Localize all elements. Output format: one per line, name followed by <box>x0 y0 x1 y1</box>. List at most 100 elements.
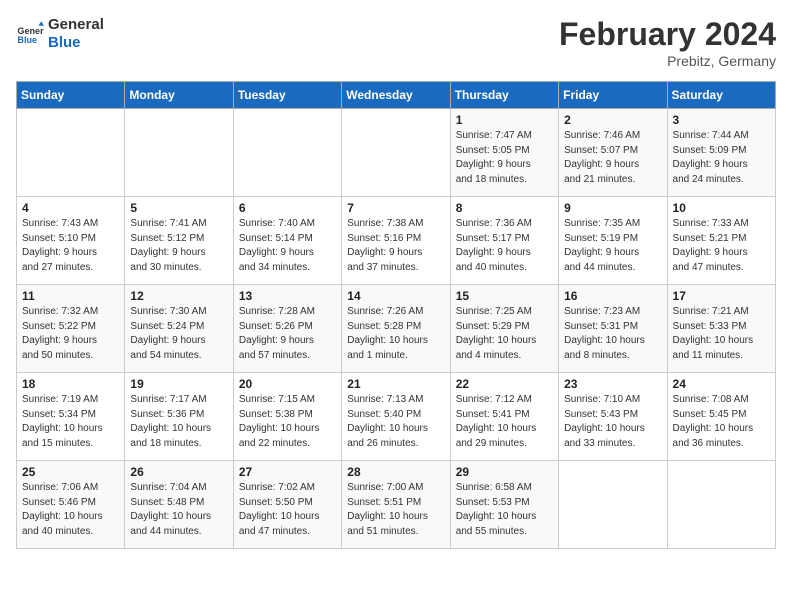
day-info: Sunrise: 7:43 AM Sunset: 5:10 PM Dayligh… <box>22 217 119 275</box>
calendar-cell: 7Sunrise: 7:38 AM Sunset: 5:16 PM Daylig… <box>342 197 450 285</box>
calendar-table: SundayMondayTuesdayWednesdayThursdayFrid… <box>16 81 776 549</box>
day-number: 24 <box>673 377 770 391</box>
day-number: 25 <box>22 465 119 479</box>
weekday-header-wednesday: Wednesday <box>342 82 450 109</box>
calendar-cell: 19Sunrise: 7:17 AM Sunset: 5:36 PM Dayli… <box>125 373 233 461</box>
day-info: Sunrise: 7:25 AM Sunset: 5:29 PM Dayligh… <box>456 305 553 363</box>
calendar-cell: 17 Sunrise: 7:21 AM Sunset: 5:33 PM Dayli… <box>667 285 775 373</box>
day-info: Sunrise: 7:36 AM Sunset: 5:17 PM Dayligh… <box>456 217 553 275</box>
day-number: 3 <box>673 113 770 127</box>
weekday-header-tuesday: Tuesday <box>233 82 341 109</box>
day-number: 6 <box>239 201 336 215</box>
calendar-cell <box>233 109 341 197</box>
calendar-cell: 25Sunrise: 7:06 AM Sunset: 5:46 PM Dayli… <box>17 461 125 549</box>
day-info: Sunrise: 7:15 AM Sunset: 5:38 PM Dayligh… <box>239 393 336 451</box>
calendar-cell <box>667 461 775 549</box>
calendar-cell <box>559 461 667 549</box>
location-subtitle: Prebitz, Germany <box>559 53 776 69</box>
day-info: Sunrise: 7:21 AM Sunset: 5:33 PM Dayligh… <box>673 305 770 363</box>
weekday-header-friday: Friday <box>559 82 667 109</box>
day-number: 28 <box>347 465 444 479</box>
day-number: 20 <box>239 377 336 391</box>
title-block: February 2024 Prebitz, Germany <box>559 16 776 69</box>
calendar-cell: 2Sunrise: 7:46 AM Sunset: 5:07 PM Daylig… <box>559 109 667 197</box>
calendar-cell: 16Sunrise: 7:23 AM Sunset: 5:31 PM Dayli… <box>559 285 667 373</box>
page-header: General Blue General Blue February 2024 … <box>16 16 776 69</box>
day-info: Sunrise: 6:58 AM Sunset: 5:53 PM Dayligh… <box>456 481 553 539</box>
day-info: Sunrise: 7:41 AM Sunset: 5:12 PM Dayligh… <box>130 217 227 275</box>
week-row-5: 25Sunrise: 7:06 AM Sunset: 5:46 PM Dayli… <box>17 461 776 549</box>
day-info: Sunrise: 7:04 AM Sunset: 5:48 PM Dayligh… <box>130 481 227 539</box>
calendar-cell: 13 Sunrise: 7:28 AM Sunset: 5:26 PM Dayli… <box>233 285 341 373</box>
calendar-cell: 27 Sunrise: 7:02 AM Sunset: 5:50 PM Dayli… <box>233 461 341 549</box>
day-info: Sunrise: 7:08 AM Sunset: 5:45 PM Dayligh… <box>673 393 770 451</box>
day-number: 8 <box>456 201 553 215</box>
logo: General Blue General Blue <box>16 16 104 52</box>
day-info: Sunrise: 7:30 AM Sunset: 5:24 PM Dayligh… <box>130 305 227 363</box>
day-number: 13 <box>239 289 336 303</box>
day-number: 18 <box>22 377 119 391</box>
logo-blue: Blue <box>48 34 104 52</box>
weekday-header-thursday: Thursday <box>450 82 558 109</box>
day-number: 17 <box>673 289 770 303</box>
day-number: 23 <box>564 377 661 391</box>
calendar-cell: 11 Sunrise: 7:32 AM Sunset: 5:22 PM Dayli… <box>17 285 125 373</box>
weekday-header-row: SundayMondayTuesdayWednesdayThursdayFrid… <box>17 82 776 109</box>
calendar-cell: 22 Sunrise: 7:12 AM Sunset: 5:41 PM Dayli… <box>450 373 558 461</box>
day-number: 27 <box>239 465 336 479</box>
weekday-header-saturday: Saturday <box>667 82 775 109</box>
day-info: Sunrise: 7:40 AM Sunset: 5:14 PM Dayligh… <box>239 217 336 275</box>
month-title: February 2024 <box>559 16 776 53</box>
day-number: 15 <box>456 289 553 303</box>
day-info: Sunrise: 7:13 AM Sunset: 5:40 PM Dayligh… <box>347 393 444 451</box>
calendar-cell: 3Sunrise: 7:44 AM Sunset: 5:09 PM Daylig… <box>667 109 775 197</box>
calendar-cell: 23 Sunrise: 7:10 AM Sunset: 5:43 PM Dayli… <box>559 373 667 461</box>
calendar-cell: 6 Sunrise: 7:40 AM Sunset: 5:14 PM Daylig… <box>233 197 341 285</box>
day-number: 11 <box>22 289 119 303</box>
day-info: Sunrise: 7:12 AM Sunset: 5:41 PM Dayligh… <box>456 393 553 451</box>
calendar-cell: 20 Sunrise: 7:15 AM Sunset: 5:38 PM Dayli… <box>233 373 341 461</box>
day-number: 29 <box>456 465 553 479</box>
day-info: Sunrise: 7:17 AM Sunset: 5:36 PM Dayligh… <box>130 393 227 451</box>
calendar-body: 1Sunrise: 7:47 AM Sunset: 5:05 PM Daylig… <box>17 109 776 549</box>
day-number: 9 <box>564 201 661 215</box>
week-row-4: 18 Sunrise: 7:19 AM Sunset: 5:34 PM Dayli… <box>17 373 776 461</box>
day-info: Sunrise: 7:46 AM Sunset: 5:07 PM Dayligh… <box>564 129 661 187</box>
day-number: 5 <box>130 201 227 215</box>
day-info: Sunrise: 7:02 AM Sunset: 5:50 PM Dayligh… <box>239 481 336 539</box>
calendar-cell: 9 Sunrise: 7:35 AM Sunset: 5:19 PM Daylig… <box>559 197 667 285</box>
day-info: Sunrise: 7:35 AM Sunset: 5:19 PM Dayligh… <box>564 217 661 275</box>
day-number: 12 <box>130 289 227 303</box>
day-info: Sunrise: 7:10 AM Sunset: 5:43 PM Dayligh… <box>564 393 661 451</box>
day-number: 4 <box>22 201 119 215</box>
calendar-cell: 4 Sunrise: 7:43 AM Sunset: 5:10 PM Daylig… <box>17 197 125 285</box>
day-number: 22 <box>456 377 553 391</box>
calendar-header: SundayMondayTuesdayWednesdayThursdayFrid… <box>17 82 776 109</box>
day-number: 21 <box>347 377 444 391</box>
logo-icon: General Blue <box>16 20 44 48</box>
calendar-cell: 28 Sunrise: 7:00 AM Sunset: 5:51 PM Dayli… <box>342 461 450 549</box>
calendar-cell: 1Sunrise: 7:47 AM Sunset: 5:05 PM Daylig… <box>450 109 558 197</box>
calendar-cell: 24 Sunrise: 7:08 AM Sunset: 5:45 PM Dayli… <box>667 373 775 461</box>
calendar-cell <box>125 109 233 197</box>
calendar-cell: 14 Sunrise: 7:26 AM Sunset: 5:28 PM Dayli… <box>342 285 450 373</box>
day-info: Sunrise: 7:19 AM Sunset: 5:34 PM Dayligh… <box>22 393 119 451</box>
logo-general: General <box>48 16 104 34</box>
day-info: Sunrise: 7:32 AM Sunset: 5:22 PM Dayligh… <box>22 305 119 363</box>
day-info: Sunrise: 7:00 AM Sunset: 5:51 PM Dayligh… <box>347 481 444 539</box>
day-number: 14 <box>347 289 444 303</box>
day-number: 26 <box>130 465 227 479</box>
week-row-1: 1Sunrise: 7:47 AM Sunset: 5:05 PM Daylig… <box>17 109 776 197</box>
calendar-cell <box>17 109 125 197</box>
day-info: Sunrise: 7:26 AM Sunset: 5:28 PM Dayligh… <box>347 305 444 363</box>
day-info: Sunrise: 7:28 AM Sunset: 5:26 PM Dayligh… <box>239 305 336 363</box>
day-info: Sunrise: 7:47 AM Sunset: 5:05 PM Dayligh… <box>456 129 553 187</box>
calendar-cell: 21 Sunrise: 7:13 AM Sunset: 5:40 PM Dayli… <box>342 373 450 461</box>
day-info: Sunrise: 7:23 AM Sunset: 5:31 PM Dayligh… <box>564 305 661 363</box>
calendar-cell: 29 Sunrise: 6:58 AM Sunset: 5:53 PM Dayli… <box>450 461 558 549</box>
svg-text:Blue: Blue <box>17 35 37 45</box>
week-row-2: 4 Sunrise: 7:43 AM Sunset: 5:10 PM Daylig… <box>17 197 776 285</box>
day-number: 10 <box>673 201 770 215</box>
week-row-3: 11 Sunrise: 7:32 AM Sunset: 5:22 PM Dayli… <box>17 285 776 373</box>
calendar-cell: 5 Sunrise: 7:41 AM Sunset: 5:12 PM Daylig… <box>125 197 233 285</box>
